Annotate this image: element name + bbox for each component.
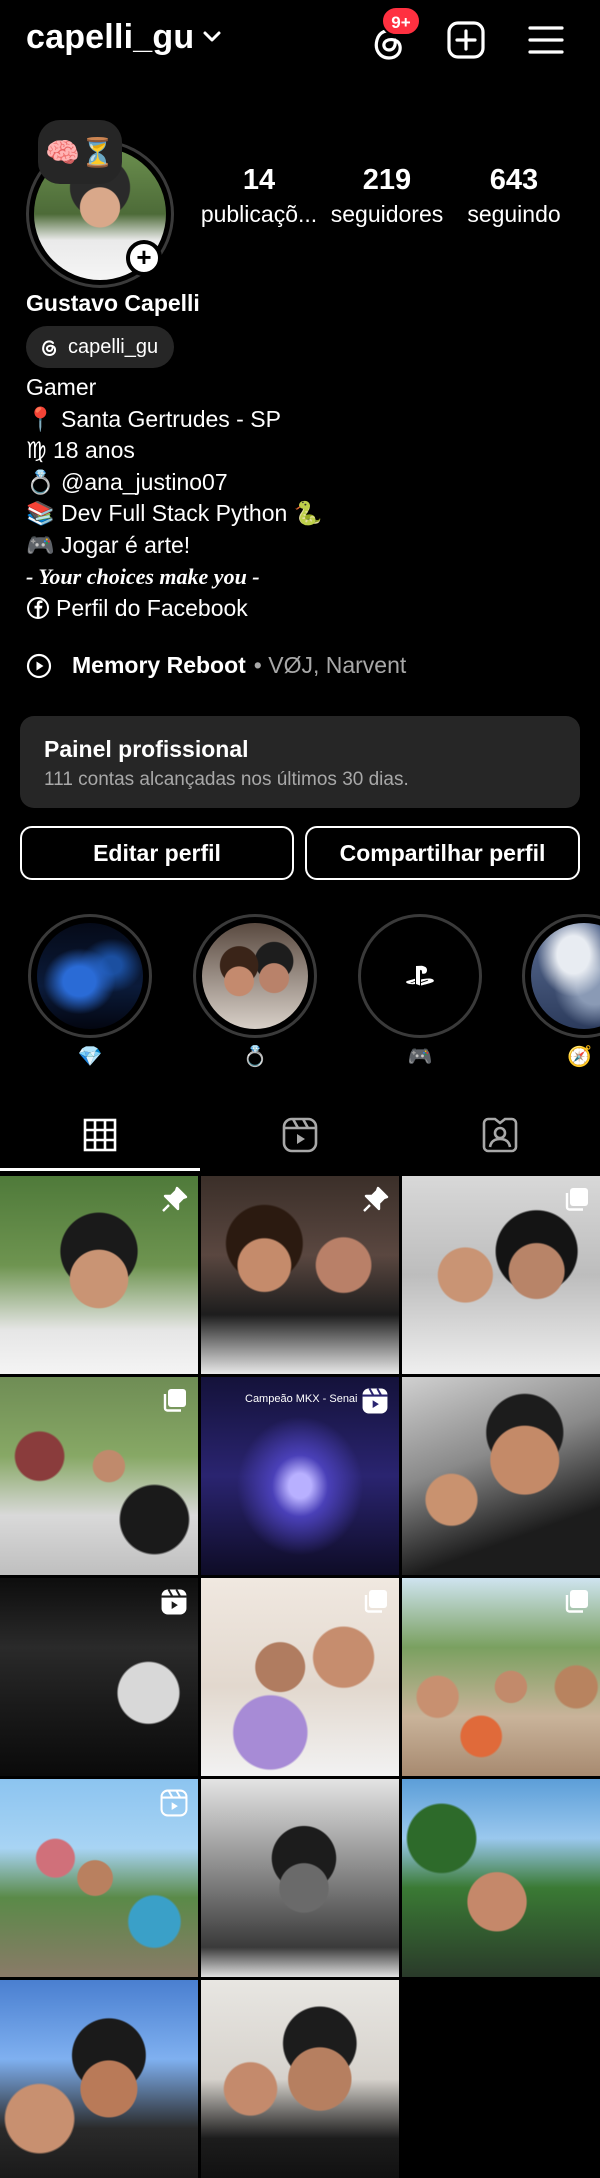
post-thumbnail[interactable] bbox=[0, 1578, 198, 1776]
profile-full-name: Gustavo Capelli bbox=[26, 290, 200, 316]
chevron-down-icon[interactable] bbox=[202, 30, 222, 44]
create-post-icon[interactable] bbox=[446, 20, 486, 60]
reel-icon bbox=[362, 1388, 388, 1414]
profile-music[interactable]: Memory Reboot • VØJ, Narvent bbox=[26, 652, 406, 679]
top-bar: capelli_gu 9+ bbox=[0, 0, 600, 80]
tab-tagged[interactable] bbox=[400, 1098, 600, 1172]
tab-reels[interactable] bbox=[200, 1098, 400, 1172]
carousel-icon bbox=[565, 1188, 588, 1211]
facebook-link[interactable]: Perfil do Facebook bbox=[26, 593, 322, 625]
reel-icon bbox=[161, 1589, 187, 1615]
threads-icon bbox=[42, 340, 57, 357]
bio-line: Gamer bbox=[26, 374, 97, 400]
share-profile-button[interactable]: Compartilhar perfil bbox=[305, 826, 580, 880]
post-thumbnail[interactable] bbox=[201, 1578, 399, 1776]
edit-profile-button[interactable]: Editar perfil bbox=[20, 826, 294, 880]
pin-icon bbox=[162, 1186, 188, 1212]
highlight-cover bbox=[367, 923, 473, 1029]
professional-dashboard[interactable]: Painel profissional 111 contas alcançada… bbox=[20, 716, 580, 808]
add-story-icon[interactable]: + bbox=[126, 240, 162, 276]
bio-quote: - Your choices make you - bbox=[26, 564, 260, 589]
stat-label: seguindo bbox=[467, 201, 561, 227]
post-thumbnail[interactable] bbox=[0, 1980, 198, 2178]
post-thumbnail[interactable] bbox=[201, 1176, 399, 1374]
post-thumbnail[interactable]: Campeão MKX - Senai bbox=[201, 1377, 399, 1575]
story-highlight[interactable]: 💎 bbox=[28, 914, 152, 1069]
grid-icon bbox=[83, 1118, 117, 1152]
stat-value: 219 bbox=[362, 164, 412, 196]
post-thumbnail[interactable] bbox=[402, 1578, 600, 1776]
stat-posts[interactable]: 14 publicaçõ... bbox=[196, 164, 322, 228]
carousel-icon bbox=[163, 1389, 186, 1412]
tagged-icon bbox=[482, 1117, 518, 1153]
story-highlight[interactable]: 💍 bbox=[193, 914, 317, 1069]
bio-line: 📚 Dev Full Stack Python 🐍 bbox=[26, 500, 323, 526]
tab-grid[interactable] bbox=[0, 1098, 200, 1172]
play-icon[interactable] bbox=[26, 653, 52, 679]
threads-profile-link[interactable]: capelli_gu bbox=[26, 326, 175, 368]
post-thumbnail[interactable] bbox=[0, 1377, 198, 1575]
notification-badge: 9+ bbox=[381, 6, 421, 36]
bio-line: 🎮 Jogar é arte! bbox=[26, 531, 191, 558]
highlight-cover bbox=[531, 923, 600, 1029]
carousel-icon bbox=[565, 1590, 588, 1613]
music-artists: • VØJ, Narvent bbox=[253, 652, 407, 678]
highlight-label: 💍 bbox=[242, 1046, 268, 1068]
threads-handle: capelli_gu bbox=[68, 335, 159, 358]
highlight-cover bbox=[202, 923, 308, 1029]
stat-value: 14 bbox=[242, 164, 276, 196]
highlight-ring bbox=[358, 914, 482, 1038]
stat-label: seguidores bbox=[330, 201, 444, 227]
stat-label: publicaçõ... bbox=[200, 201, 318, 227]
highlight-label: 🧭 bbox=[567, 1046, 592, 1068]
post-thumbnail[interactable] bbox=[201, 1779, 399, 1977]
active-tab-indicator bbox=[0, 1168, 200, 1171]
post-thumbnail[interactable] bbox=[0, 1779, 198, 1977]
story-highlight[interactable]: 🎮 bbox=[358, 914, 482, 1069]
highlight-ring bbox=[28, 914, 152, 1038]
profile-note[interactable]: 🧠⏳ bbox=[38, 120, 122, 184]
facebook-icon bbox=[27, 597, 49, 620]
post-thumbnail[interactable] bbox=[402, 1779, 600, 1977]
bio-mention-link[interactable]: 💍 @ana_justino07 bbox=[26, 467, 322, 499]
highlight-label: 🎮 bbox=[407, 1046, 433, 1068]
reel-icon bbox=[160, 1789, 188, 1817]
bio-line: ♍ 18 anos bbox=[26, 437, 135, 463]
pro-panel-subtitle: 111 contas alcançadas nos últimos 30 dia… bbox=[44, 769, 409, 790]
stat-following[interactable]: 643 seguindo bbox=[458, 164, 570, 228]
bio-line: 📍 Santa Gertrudes - SP bbox=[26, 405, 281, 432]
stat-followers[interactable]: 219 seguidores bbox=[326, 164, 448, 228]
playstation-icon bbox=[406, 965, 434, 986]
post-thumbnail[interactable] bbox=[402, 1377, 600, 1575]
post-thumbnail[interactable] bbox=[402, 1176, 600, 1374]
pin-icon bbox=[363, 1186, 389, 1212]
post-thumbnail[interactable] bbox=[0, 1176, 198, 1374]
post-overlay-text: Campeão MKX - Senai bbox=[245, 1393, 358, 1405]
profile-tabs bbox=[0, 1098, 600, 1172]
carousel-icon bbox=[364, 1590, 387, 1613]
music-song: Memory Reboot bbox=[72, 652, 246, 678]
story-highlight[interactable]: 🧭 bbox=[522, 914, 600, 1069]
post-thumbnail[interactable] bbox=[201, 1980, 399, 2178]
username-switcher[interactable]: capelli_gu bbox=[26, 18, 194, 57]
stat-value: 643 bbox=[489, 164, 539, 196]
pro-panel-title: Painel profissional bbox=[44, 736, 249, 762]
facebook-link-label: Perfil do Facebook bbox=[56, 594, 248, 621]
highlight-cover bbox=[37, 923, 143, 1029]
bio: Gamer 📍 Santa Gertrudes - SP ♍ 18 anos 💍… bbox=[26, 372, 322, 624]
highlight-ring bbox=[522, 914, 600, 1038]
highlight-ring bbox=[193, 914, 317, 1038]
reels-icon bbox=[282, 1117, 318, 1153]
highlight-label: 💎 bbox=[77, 1046, 103, 1068]
menu-icon[interactable] bbox=[526, 20, 566, 60]
